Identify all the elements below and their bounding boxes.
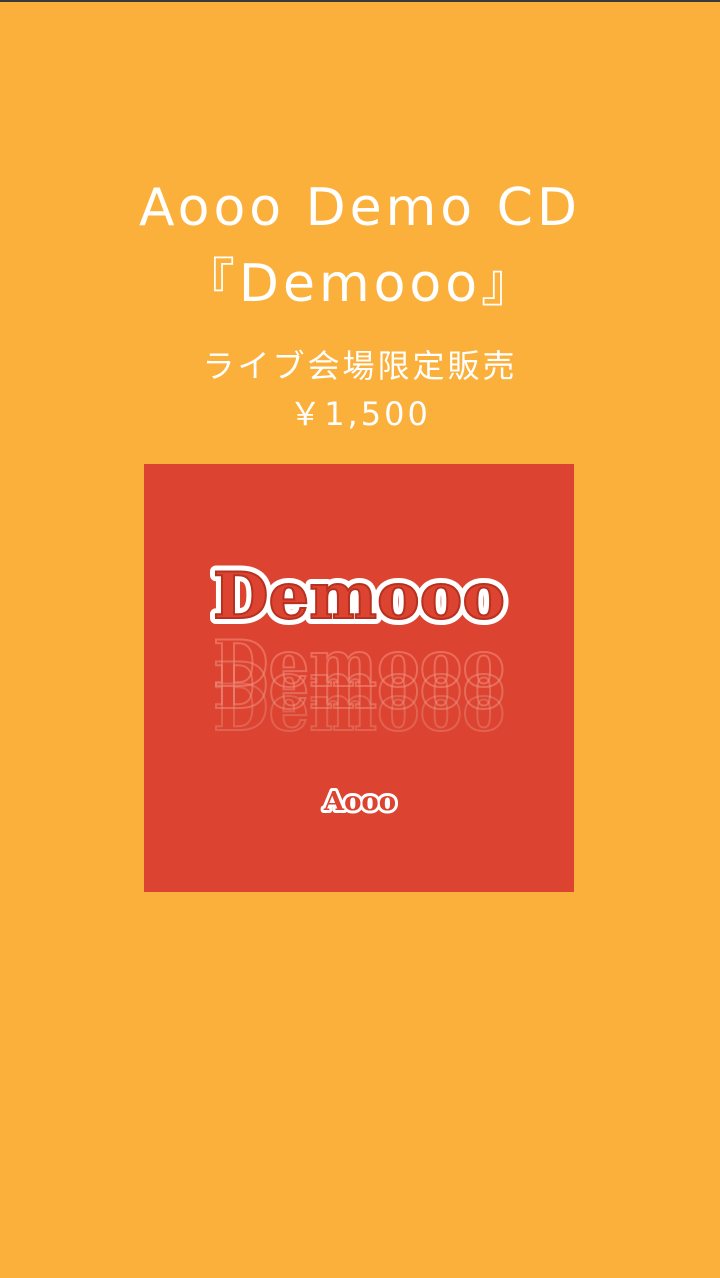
album-cover: Demooo Demooo Demooo Demooo Demooo Aooo …: [144, 464, 574, 892]
album-title: 『Demooo』: [182, 254, 538, 314]
sale-note: ライブ会場限定販売: [202, 347, 518, 385]
demooo-logo: Demooo Demooo: [207, 553, 511, 640]
logo-reflection: Demooo Demooo Demooo: [212, 626, 506, 747]
band-logo: Aooo Aooo: [320, 784, 399, 820]
logo-fill: Demooo: [213, 559, 505, 634]
band-logo-fill: Aooo: [323, 787, 396, 817]
page-title: Aooo Demo CD: [138, 178, 581, 238]
reflection-3: Demooo: [213, 671, 505, 746]
album-cover-art: Demooo Demooo Demooo Demooo Demooo Aooo …: [207, 553, 511, 820]
price: ￥1,500: [289, 395, 431, 433]
top-divider: [0, 0, 720, 2]
